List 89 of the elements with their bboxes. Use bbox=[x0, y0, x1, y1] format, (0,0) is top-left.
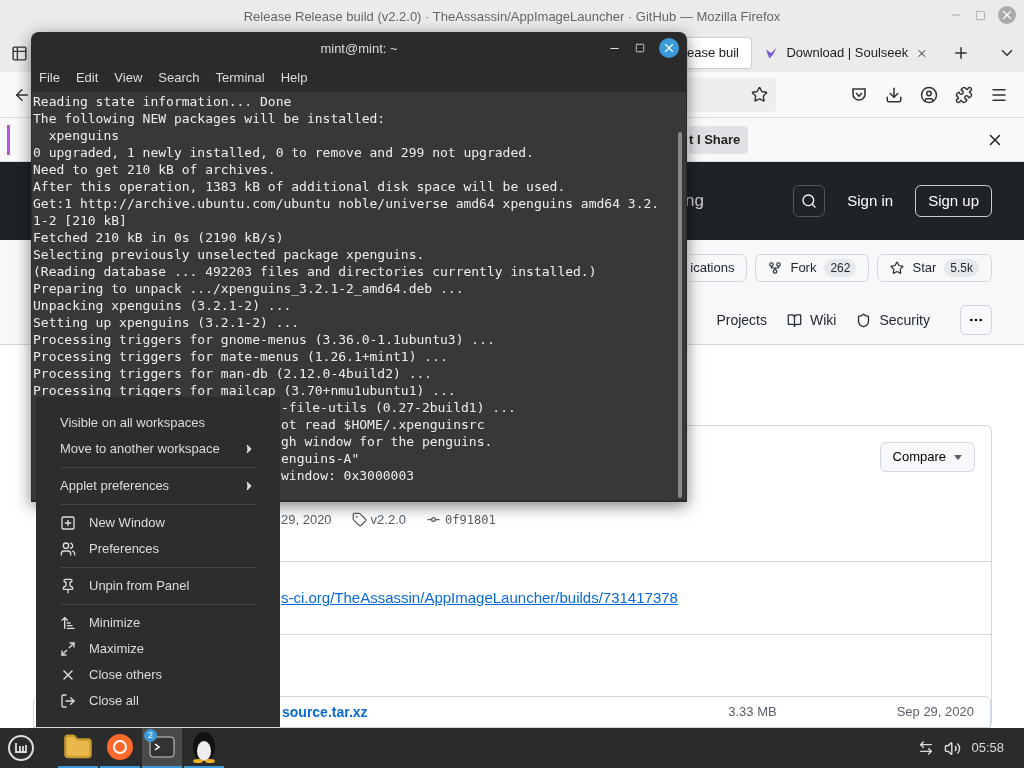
new-window-icon bbox=[60, 515, 76, 531]
context-menu-item[interactable]: Close others bbox=[60, 662, 256, 688]
star-icon bbox=[890, 261, 905, 275]
sign-up-button[interactable]: Sign up bbox=[915, 185, 992, 217]
context-menu-item[interactable]: Applet preferences bbox=[60, 473, 256, 499]
tag-icon bbox=[351, 512, 367, 528]
minimize-icon bbox=[60, 615, 76, 631]
menu-item[interactable]: Help bbox=[280, 68, 308, 88]
tab-overview-icon[interactable] bbox=[11, 44, 28, 62]
pin-icon bbox=[60, 578, 76, 594]
terminal-line: After this operation, 1383 kB of additional disk space will be used. bbox=[33, 179, 566, 194]
exit-icon bbox=[60, 693, 76, 709]
terminal-icon bbox=[149, 734, 175, 760]
browser-tab[interactable]: ease buil bbox=[688, 37, 752, 69]
terminal-line: Reading state information... Done bbox=[33, 94, 292, 109]
terminal-line: Unpacking xpenguins (3.2.1-2) ... bbox=[33, 298, 292, 313]
terminal-line: Get:1 http://archive.ubuntu.com/ubuntu noble/universe amd64 xpenguins amd64 3.2. bbox=[33, 196, 660, 211]
repo-tab[interactable]: Wiki bbox=[787, 309, 837, 331]
terminal-line: 0 upgraded, 1 newly installed, 0 to remove and 299 not upgraded. bbox=[33, 145, 534, 160]
people-icon bbox=[60, 541, 76, 557]
caret-icon bbox=[954, 454, 962, 460]
context-menu-item[interactable]: Move to another workspace bbox=[60, 436, 256, 462]
search-button[interactable] bbox=[793, 185, 826, 217]
terminal-line: enguins-A" bbox=[281, 451, 360, 466]
terminal-line: Selecting previously unselected package xpenguins. bbox=[33, 247, 425, 262]
fork-button[interactable]: Fork 262 bbox=[755, 254, 870, 282]
download-icon[interactable] bbox=[885, 85, 903, 104]
release-date: 29, 2020 bbox=[281, 511, 332, 529]
commit-hash: 0f91801 bbox=[445, 511, 496, 529]
search-icon bbox=[801, 193, 818, 209]
close-button[interactable] bbox=[659, 38, 679, 58]
new-tab-icon[interactable] bbox=[952, 44, 970, 62]
terminal-line: Processing triggers for mate-menus (1.26.1+mint1) ... bbox=[33, 349, 448, 364]
menu-item[interactable]: Terminal bbox=[215, 68, 265, 88]
terminal-line: window: 0x3000003 bbox=[281, 468, 415, 483]
shield-icon bbox=[856, 312, 872, 328]
asset-size: 3.33 MB bbox=[728, 703, 777, 722]
terminal-line: The following NEW packages will be installed: bbox=[33, 111, 386, 126]
browser-tab[interactable]: Download | Soulseek bbox=[756, 37, 936, 69]
terminal-line: gh window for the penguins. bbox=[281, 434, 493, 449]
extensions-icon[interactable] bbox=[955, 85, 973, 104]
pocket-icon[interactable] bbox=[850, 85, 868, 104]
fork-icon bbox=[768, 261, 783, 275]
terminal-line: Processing triggers for man-db (2.12.0-4build2) ... bbox=[33, 366, 433, 381]
menu-item[interactable]: View bbox=[114, 68, 143, 88]
context-menu-item[interactable]: New Window bbox=[60, 510, 256, 536]
release-tag: v2.2.0 bbox=[370, 510, 407, 530]
terminal-line: Need to get 210 kB of archives. bbox=[33, 162, 276, 177]
context-menu-item[interactable]: Unpin from Panel bbox=[60, 573, 256, 599]
terminal-line: xpenguins bbox=[47, 128, 120, 143]
account-icon[interactable] bbox=[920, 85, 938, 104]
repo-tab[interactable]: Security bbox=[856, 309, 930, 331]
network-icon[interactable] bbox=[918, 740, 935, 756]
window-title: Release Release build (v2.2.0) · TheAssassin/AppImageLauncher · GitHub — Mozilla Firefox bbox=[243, 8, 781, 27]
terminal-title: mint@mint: ~ bbox=[320, 40, 398, 59]
terminal-line: -file-utils (0.27-2build1) ... bbox=[281, 400, 516, 415]
compare-button[interactable]: Compare bbox=[879, 442, 975, 472]
book-icon bbox=[787, 312, 802, 328]
start-menu-icon[interactable] bbox=[7, 734, 35, 762]
build-link[interactable]: s-ci.org/TheAssassin/AppImageLauncher/builds/731417378 bbox=[281, 586, 678, 610]
maximize-icon bbox=[60, 641, 76, 657]
repo-tab[interactable]: Projects bbox=[716, 309, 767, 331]
asset-date: Sep 29, 2020 bbox=[896, 703, 974, 722]
clock[interactable]: 05:58 bbox=[971, 738, 1004, 758]
terminal-line: Preparing to unpack .../xpenguins_3.2.1-2_amd64.deb ... bbox=[33, 281, 464, 296]
browser-icon bbox=[106, 733, 134, 761]
notification-bar-edge bbox=[7, 124, 10, 155]
asset-link[interactable]: source.tar.xz bbox=[282, 701, 368, 723]
menu-item[interactable]: Search bbox=[158, 68, 200, 88]
terminal-line: Setting up xpenguins (3.2.1-2) ... bbox=[33, 315, 300, 330]
bookmark-icon[interactable] bbox=[751, 86, 768, 103]
context-menu-item[interactable]: Maximize bbox=[60, 636, 256, 662]
sign-in-link[interactable]: Sign in bbox=[847, 189, 894, 213]
terminal-line: ot read $HOME/.xpenguinsrc bbox=[281, 417, 485, 432]
context-menu-item[interactable]: Minimize bbox=[60, 610, 256, 636]
terminal-line: Fetched 210 kB in 0s (2190 kB/s) bbox=[33, 230, 284, 245]
notification-button[interactable]: t I Share bbox=[689, 125, 749, 154]
volume-icon[interactable] bbox=[944, 739, 962, 757]
menu-item[interactable]: File bbox=[39, 68, 60, 88]
notifications-button[interactable]: ications bbox=[690, 254, 748, 282]
context-menu-item[interactable]: Close all bbox=[60, 688, 256, 714]
terminal-line: (Reading database ... 492203 files and directories currently installed.) bbox=[33, 264, 597, 279]
terminal-line: 1-2 [210 kB] bbox=[33, 213, 127, 228]
star-button[interactable]: Star 5.5k bbox=[877, 254, 992, 282]
window-count-badge: 2 bbox=[144, 729, 157, 742]
context-menu-item[interactable]: Preferences bbox=[60, 536, 256, 562]
terminal-line: Processing triggers for gnome-menus (3.36.0-1.1ubuntu3) ... bbox=[33, 332, 495, 347]
context-menu-item[interactable]: Visible on all workspaces bbox=[60, 410, 256, 436]
menu-item[interactable]: Edit bbox=[75, 68, 99, 88]
